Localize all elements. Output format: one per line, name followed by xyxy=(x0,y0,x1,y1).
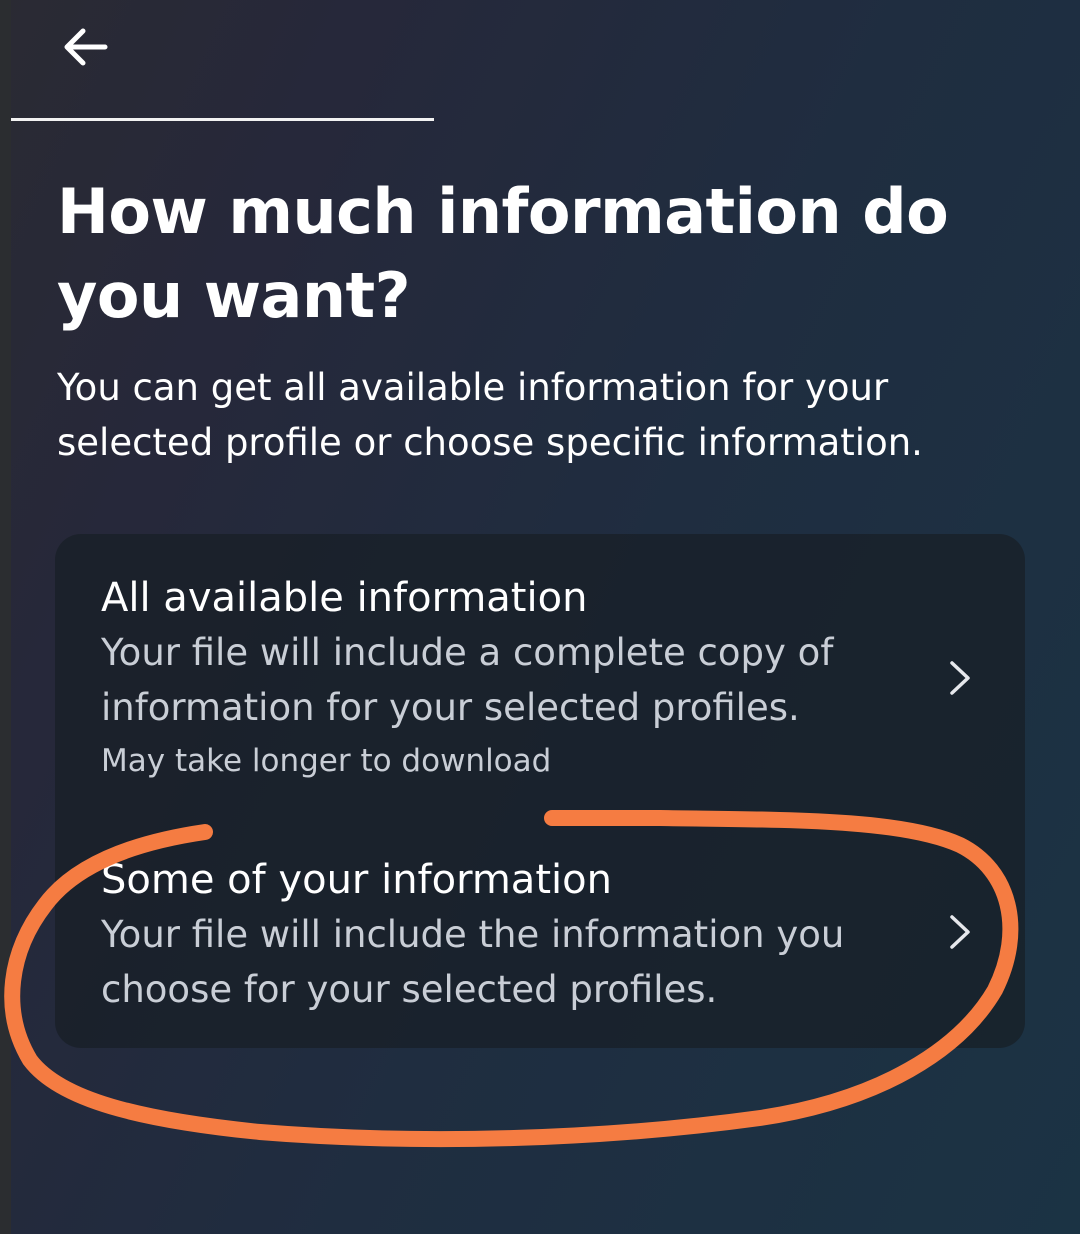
option-description: Your file will include the information y… xyxy=(101,913,845,1011)
page-title: How much information do you want? xyxy=(57,175,949,332)
left-edge-strip xyxy=(0,0,11,1234)
option-some-of-your-information[interactable]: Some of your information Your file will … xyxy=(55,810,1025,1048)
page-description: You can get all available information fo… xyxy=(57,366,923,464)
progress-bar xyxy=(11,118,1069,121)
top-bar xyxy=(11,0,1069,120)
option-description: Your file will include a complete copy o… xyxy=(101,631,834,729)
option-all-available-information[interactable]: All available information Your file will… xyxy=(55,534,1025,810)
chevron-right-icon xyxy=(950,661,970,695)
options-card: All available information Your file will… xyxy=(55,534,1025,1048)
progress-fill xyxy=(11,118,435,121)
option-title: Some of your information xyxy=(101,857,612,903)
arrow-left-icon xyxy=(64,28,108,66)
chevron-right-icon xyxy=(950,915,970,949)
option-title: All available information xyxy=(101,575,588,621)
back-button[interactable] xyxy=(55,18,115,76)
option-note: May take longer to download xyxy=(101,743,552,779)
